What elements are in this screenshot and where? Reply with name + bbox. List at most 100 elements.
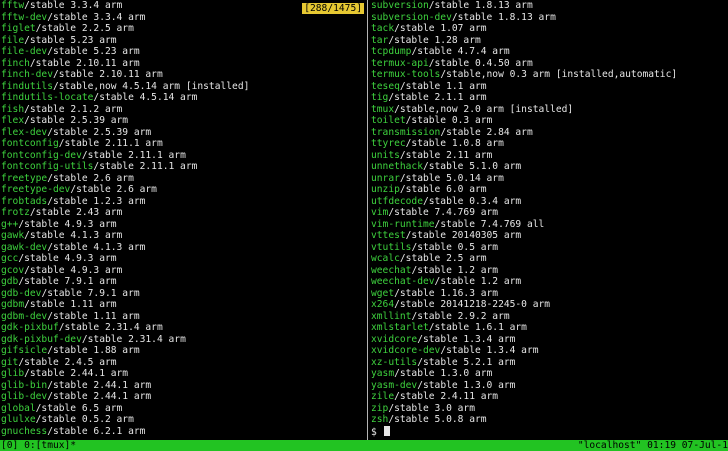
package-line: teseq/stable 1.1 arm [370,81,728,93]
package-name: gifsicle [1,345,48,356]
tmux-window-list[interactable]: [0] 0:[tmux]* [1,440,76,451]
package-line: vim/stable 7.4.769 arm [370,207,728,219]
package-name: git [1,356,19,368]
package-line: frobtads/stable 1.2.3 arm [0,196,366,208]
package-name: global [1,402,36,414]
package-details: /stable 4.9.3 arm [18,253,117,264]
shell-prompt-line[interactable]: $ [370,425,728,438]
package-line: glib/stable 2.44.1 arm [0,368,366,380]
package-details: /stable 1.28 arm [388,34,481,46]
package-details: /stable 2.11.1 arm [93,161,198,172]
package-line: flex-dev/stable 2.5.39 arm [0,127,366,139]
package-details: /stable 5.0.14 arm [399,172,504,184]
package-name: teseq [371,80,400,92]
package-name: frotz [1,207,30,218]
package-name: findutils [1,80,53,92]
package-details: /stable 5.1.0 arm [422,161,522,172]
package-line: figlet/stable 2.2.5 arm [0,23,366,35]
package-line: file-dev/stable 5.23 arm [0,46,366,58]
package-name: wcalc [371,253,400,264]
package-details: /stable 2.6 arm [47,172,134,184]
package-details: /stable 2.9.2 arm [411,310,510,322]
package-details: /stable 20141218-2245-0 arm [394,299,551,310]
package-details: /stable 1.16.3 arm [394,287,499,299]
package-line: tar/stable 1.28 arm [370,35,728,47]
package-line: subversion-dev/stable 1.8.13 arm [370,12,728,24]
package-details: /stable 2.10.11 arm [29,57,140,69]
package-details: /stable 2.84 arm [440,126,533,138]
package-line: tcpdump/stable 4.7.4 arm [370,46,728,58]
package-name: unrar [371,172,400,184]
package-line: freetype-dev/stable 2.6 arm [0,184,366,196]
package-name: freetype-dev [1,184,71,195]
left-terminal-pane[interactable]: fftw/stable 3.3.4 arm fftw-dev/stable 3.3… [0,0,366,440]
package-details: /stable 7.4.769 all [434,218,545,230]
package-line: zsh/stable 5.0.8 arm [370,414,728,426]
package-name: termux-tools [371,69,441,80]
package-details: /stable 7.9.1 arm [41,287,140,299]
package-line: xvidcore/stable 1.3.4 arm [370,334,728,346]
package-details: /stable 1.6.1 arm [428,322,527,333]
package-name: tig [371,92,389,103]
package-line: yasm-dev/stable 1.3.0 arm [370,380,728,392]
package-details: /stable 20140305 arm [405,230,522,241]
package-details: /stable 2.5.39 arm [47,126,152,138]
package-details: /stable,now 4.5.14 arm [installed] [52,80,250,92]
right-package-list: subversion/stable 1.8.13 arm subversion-d… [370,0,728,426]
package-name: weechat [371,264,412,276]
package-details: /stable 1.8.13 arm [428,0,533,11]
package-details: /stable 1.1 arm [399,80,487,92]
package-details: /stable 2.1.2 arm [24,103,123,115]
package-details: /stable 2.6 arm [70,184,157,195]
package-name: fontconfig-utils [1,161,94,172]
package-details: /stable 3.3.4 arm [47,11,146,23]
package-line: weechat-dev/stable 1.2 arm [370,276,728,288]
package-line: gcc/stable 4.9.3 arm [0,253,366,265]
package-details: /stable 2.5.39 arm [24,115,129,126]
scroll-position-counter: [288/1475] [302,3,364,14]
package-name: unzip [371,184,400,195]
package-name: finch-dev [1,69,53,80]
package-line: transmission/stable 2.84 arm [370,127,728,139]
package-name: glib-dev [1,391,48,402]
package-name: file-dev [1,46,48,57]
package-name: zip [371,402,389,414]
package-name: ttyrec [371,138,406,149]
package-details: /stable 1.2.3 arm [47,195,146,207]
package-name: tack [371,23,395,34]
package-name: fontconfig [1,138,59,149]
package-line: fontconfig-dev/stable 2.11.1 arm [0,150,366,162]
package-name: finch [1,57,30,69]
package-details: /stable 4.5.14 arm [93,92,198,103]
package-line: vttest/stable 20140305 arm [370,230,728,242]
package-details: /stable 1.8.13 arm [451,11,556,23]
package-line: glulxe/stable 0.5.2 arm [0,414,366,426]
package-line: findutils-locate/stable 4.5.14 arm [0,92,366,104]
pane-divider[interactable] [367,0,368,440]
package-line: gifsicle/stable 1.88 arm [0,345,366,357]
package-line: global/stable 6.5 arm [0,403,366,415]
package-line: toilet/stable 0.3 arm [370,115,728,127]
package-line: gawk-dev/stable 4.1.3 arm [0,242,366,254]
package-details: /stable 6.5 arm [35,402,123,414]
package-name: subversion [371,0,429,11]
package-details: /stable 5.23 arm [47,46,140,57]
package-details: /stable 5.2.1 arm [417,356,516,368]
package-name: vtutils [371,241,412,253]
package-details: /stable 1.3.4 arm [417,333,516,345]
package-details: /stable 2.10.11 arm [52,69,163,80]
package-line: xvidcore-dev/stable 1.3.4 arm [370,345,728,357]
package-line: gnuchess/stable 6.2.1 arm [0,426,366,438]
package-name: file [1,34,25,46]
package-name: glib-bin [1,379,48,391]
right-terminal-pane[interactable]: subversion/stable 1.8.13 arm subversion-d… [370,0,728,440]
package-line: gdbm/stable 1.11 arm [0,299,366,311]
package-details: /stable 1.3.0 arm [394,368,493,379]
package-name: fontconfig-dev [1,149,82,161]
package-line: git/stable 2.4.5 arm [0,357,366,369]
package-name: vim [371,207,389,218]
package-details: /stable 2.2.5 arm [35,23,134,34]
package-name: vim-runtime [371,218,435,230]
package-details: /stable 0.5 arm [411,241,499,253]
package-name: tmux [371,103,395,115]
